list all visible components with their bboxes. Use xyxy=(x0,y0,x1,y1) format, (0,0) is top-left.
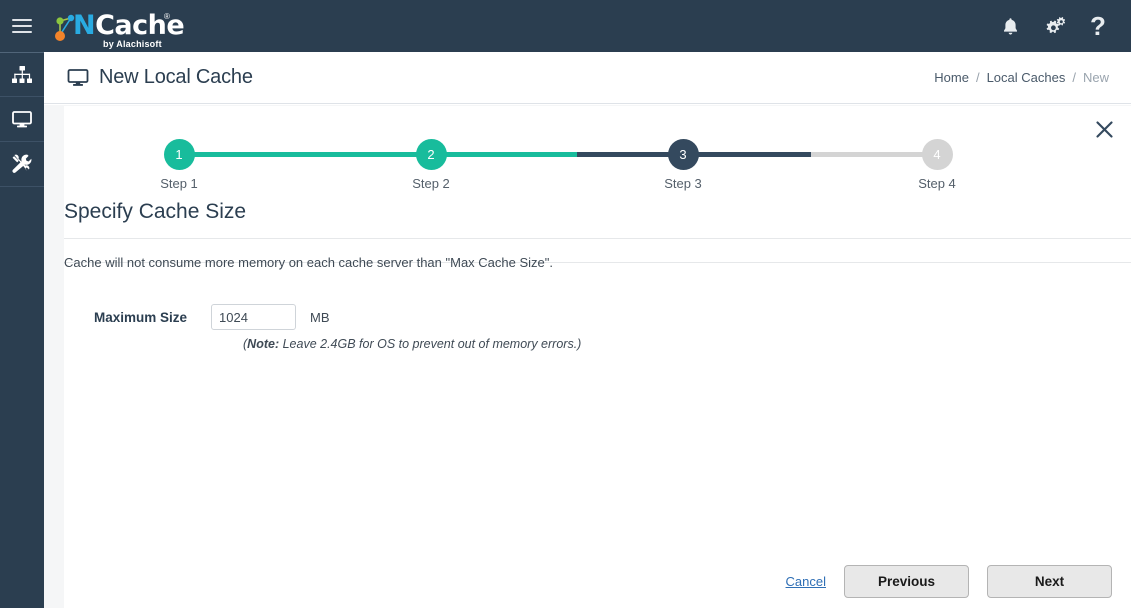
brand-letter-n: N xyxy=(73,10,96,41)
maximum-size-row: Maximum Size MB xyxy=(64,304,330,330)
breadcrumb-item-new: New xyxy=(1082,70,1109,85)
note-text: Leave 2.4GB for OS to prevent out of mem… xyxy=(279,337,582,351)
previous-button[interactable]: Previous xyxy=(844,565,969,598)
brand-logo[interactable]: NCache ® by Alachisoft xyxy=(51,0,185,52)
hamburger-bar xyxy=(12,31,32,33)
breadcrumb: Home / Local Caches / New xyxy=(934,70,1109,85)
sidebar-item-monitor[interactable] xyxy=(0,97,44,142)
sidebar xyxy=(0,52,44,608)
hamburger-icon[interactable] xyxy=(0,0,44,52)
section-description: Cache will not consume more memory on ea… xyxy=(64,255,553,270)
notifications-icon[interactable] xyxy=(997,11,1023,41)
next-button[interactable]: Next xyxy=(987,565,1112,598)
breadcrumb-item-local-caches[interactable]: Local Caches xyxy=(987,70,1066,85)
monitor-icon xyxy=(67,68,89,86)
bell-glyph xyxy=(1003,17,1017,35)
stepper-track-completed xyxy=(179,152,577,157)
note-bold-label: Note: xyxy=(247,337,280,351)
page-title-wrap: New Local Cache xyxy=(67,66,253,89)
section-heading-text: Specify Cache Size xyxy=(64,200,247,223)
top-bar-actions: ? xyxy=(997,11,1131,41)
stepper-label-2: Step 2 xyxy=(412,176,450,191)
stepper-bubble-2: 2 xyxy=(415,139,447,170)
tools-icon xyxy=(12,154,32,173)
maximum-size-label: Maximum Size xyxy=(93,309,187,325)
brand-byline: by Alachisoft xyxy=(103,39,162,49)
stepper-step-2[interactable]: 2 Step 2 xyxy=(381,139,481,191)
stepper-step-1[interactable]: 1 Step 1 xyxy=(129,139,229,191)
stepper-bubble-1: 1 xyxy=(163,139,195,170)
wizard-stepper: 1 Step 1 2 Step 2 3 Step 3 4 Step 4 xyxy=(160,137,987,201)
ncache-logo: NCache ® by Alachisoft xyxy=(51,6,185,52)
stepper-step-3[interactable]: 3 Step 3 xyxy=(633,139,733,191)
close-icon[interactable] xyxy=(1091,116,1117,142)
breadcrumb-separator: / xyxy=(1072,70,1076,85)
sidebar-item-tools[interactable] xyxy=(0,142,44,187)
monitor-icon xyxy=(12,111,32,128)
stepper-bubble-4: 4 xyxy=(921,139,953,170)
stepper-bubble-3: 3 xyxy=(667,139,699,170)
maximum-size-input[interactable] xyxy=(211,304,296,330)
stepper-label-4: Step 4 xyxy=(918,176,956,191)
gears-glyph xyxy=(1046,17,1065,34)
registered-trademark-icon: ® xyxy=(164,12,170,21)
close-glyph xyxy=(1095,120,1113,138)
hamburger-bar xyxy=(12,25,32,27)
page-title: New Local Cache xyxy=(99,66,253,88)
wizard-actions: Cancel Previous Next xyxy=(786,565,1112,598)
brand-word-cache: Cache xyxy=(95,10,185,41)
maximum-size-note: (Note: Leave 2.4GB for OS to prevent out… xyxy=(243,337,581,351)
cancel-link[interactable]: Cancel xyxy=(786,574,826,589)
maximum-size-unit: MB xyxy=(310,309,330,325)
sitemap-icon xyxy=(12,65,32,83)
hamburger-bar xyxy=(12,19,32,21)
sidebar-item-cluster[interactable] xyxy=(0,52,44,97)
breadcrumb-item-home[interactable]: Home xyxy=(934,70,969,85)
stepper-label-1: Step 1 xyxy=(160,176,198,191)
top-bar: NCache ® by Alachisoft ? xyxy=(0,0,1131,52)
stepper-step-4[interactable]: 4 Step 4 xyxy=(887,139,987,191)
stepper-label-3: Step 3 xyxy=(664,176,702,191)
breadcrumb-separator: / xyxy=(975,70,980,85)
wizard-card: 1 Step 1 2 Step 2 3 Step 3 4 Step 4 Spec… xyxy=(64,106,1131,608)
help-icon[interactable]: ? xyxy=(1085,11,1111,41)
settings-icon[interactable] xyxy=(1041,11,1067,41)
page-header: New Local Cache Home / Local Caches / Ne… xyxy=(44,52,1131,104)
